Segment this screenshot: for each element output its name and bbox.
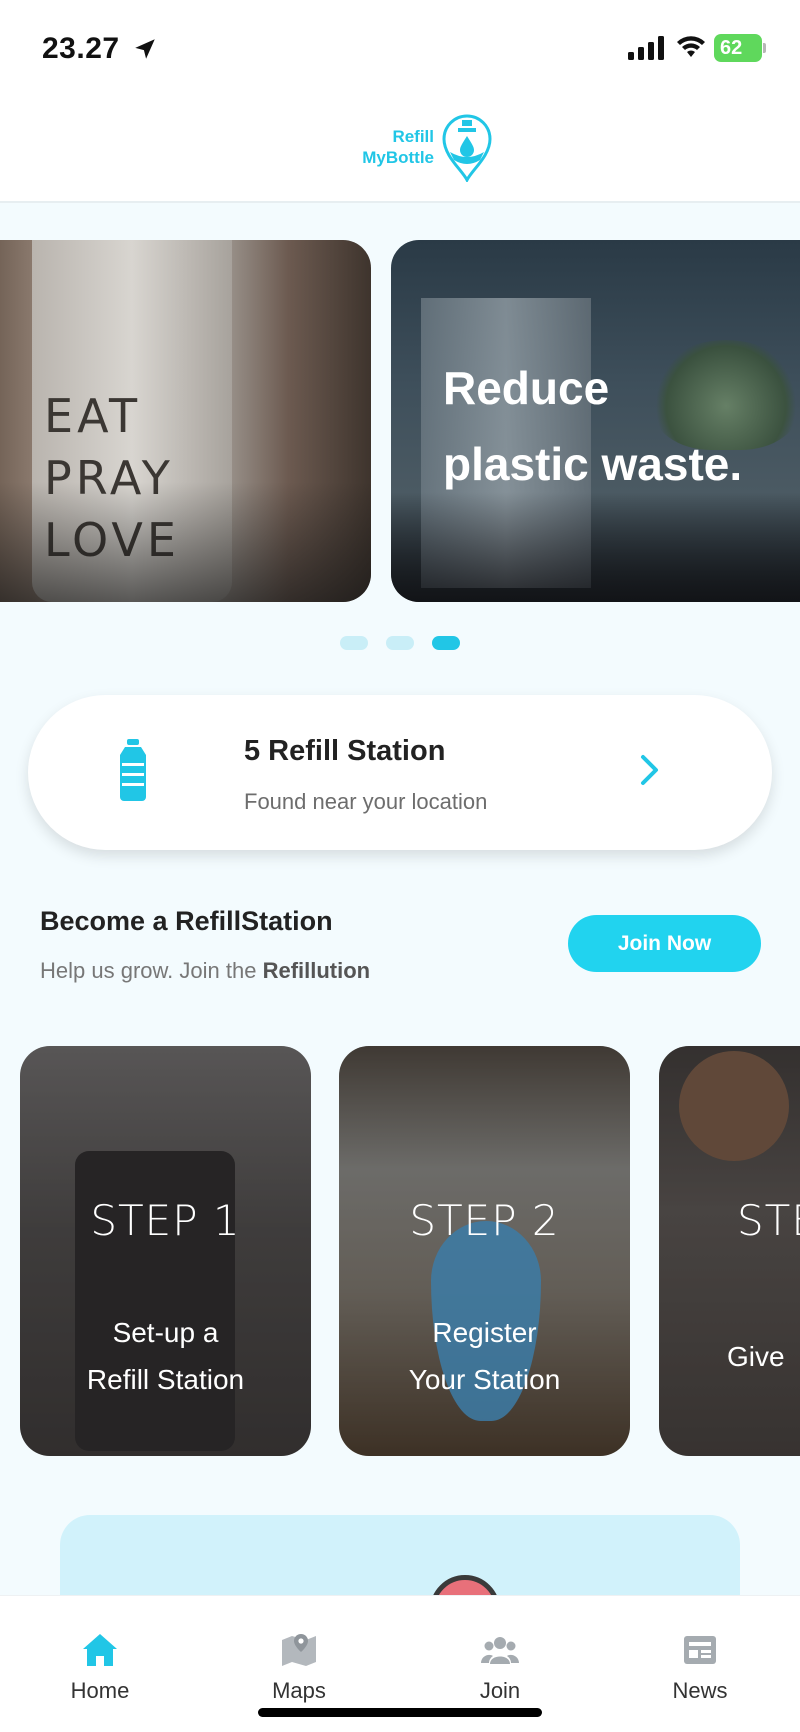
app-header: Refill MyBottle [0, 100, 800, 203]
pagination-dot-active[interactable] [432, 636, 460, 650]
carousel-slide-1[interactable]: EAT PRAY LOVE [0, 240, 371, 602]
logo-pin-icon [442, 114, 492, 182]
step-label: STEP 2 [409, 1196, 560, 1245]
station-count-subtitle: Found near your location [244, 789, 488, 814]
tab-label: Maps [272, 1678, 326, 1703]
step-card-2[interactable]: STEP 2 Register Your Station [339, 1046, 630, 1456]
carousel-pagination[interactable] [340, 636, 460, 652]
step-description: Set-up a Refill Station [86, 1317, 245, 1395]
tab-news[interactable]: News [640, 1630, 760, 1704]
bottle-icon [120, 739, 146, 801]
carousel-slide-2[interactable]: Reduce plastic waste. [391, 240, 800, 602]
tab-home[interactable]: Home [40, 1630, 160, 1704]
step-description: Give [727, 1341, 785, 1372]
become-section-subtitle: Help us grow. Join the Refillution [40, 958, 371, 983]
logo-line-2: MyBottle [362, 148, 434, 167]
tab-join[interactable]: Join [440, 1630, 560, 1704]
people-icon [481, 1637, 519, 1664]
station-count-title: 5 Refill Station [244, 735, 446, 767]
step-label: STEP 1 [90, 1196, 241, 1245]
status-time: 23.27 [42, 32, 120, 65]
steps-carousel[interactable]: STEP 1 Set-up a Refill Station STEP 2 Re… [0, 1046, 800, 1456]
slide-title: Reduce plastic waste. [443, 362, 743, 490]
step-card-3[interactable]: STEP 3 Give [659, 1046, 800, 1456]
tab-maps[interactable]: Maps [239, 1630, 359, 1704]
logo-text: Refill MyBottle [342, 126, 434, 168]
map-icon [282, 1634, 316, 1666]
app-logo: Refill MyBottle [342, 112, 502, 182]
location-arrow-icon [135, 39, 155, 59]
join-now-button[interactable]: Join Now [568, 915, 761, 972]
tab-label: Home [70, 1678, 130, 1703]
step-description: Register Your Station [408, 1317, 561, 1395]
step-card-1[interactable]: STEP 1 Set-up a Refill Station [20, 1046, 311, 1456]
hero-carousel[interactable]: EAT PRAY LOVE Reduce plastic waste. [0, 240, 800, 602]
home-indicator [258, 1708, 542, 1717]
wifi-icon [677, 36, 705, 57]
pagination-dot[interactable] [340, 636, 368, 650]
chevron-right-icon[interactable] [638, 753, 662, 787]
tab-label: Join [479, 1678, 521, 1703]
battery-indicator: 62 [714, 34, 766, 62]
status-bar: 23.27 62 [0, 0, 800, 100]
tab-label: News [672, 1678, 728, 1703]
home-icon [83, 1634, 117, 1666]
logo-line-1: Refill [392, 127, 434, 146]
signal-icon [628, 36, 664, 60]
nearby-stations-card[interactable]: 5 Refill Station Found near your locatio… [28, 695, 772, 850]
become-section-title: Become a RefillStation [40, 906, 333, 936]
news-icon [684, 1636, 716, 1664]
pagination-dot[interactable] [386, 636, 414, 650]
battery-level: 62 [720, 37, 743, 59]
step-label: STEP 3 [737, 1196, 800, 1245]
